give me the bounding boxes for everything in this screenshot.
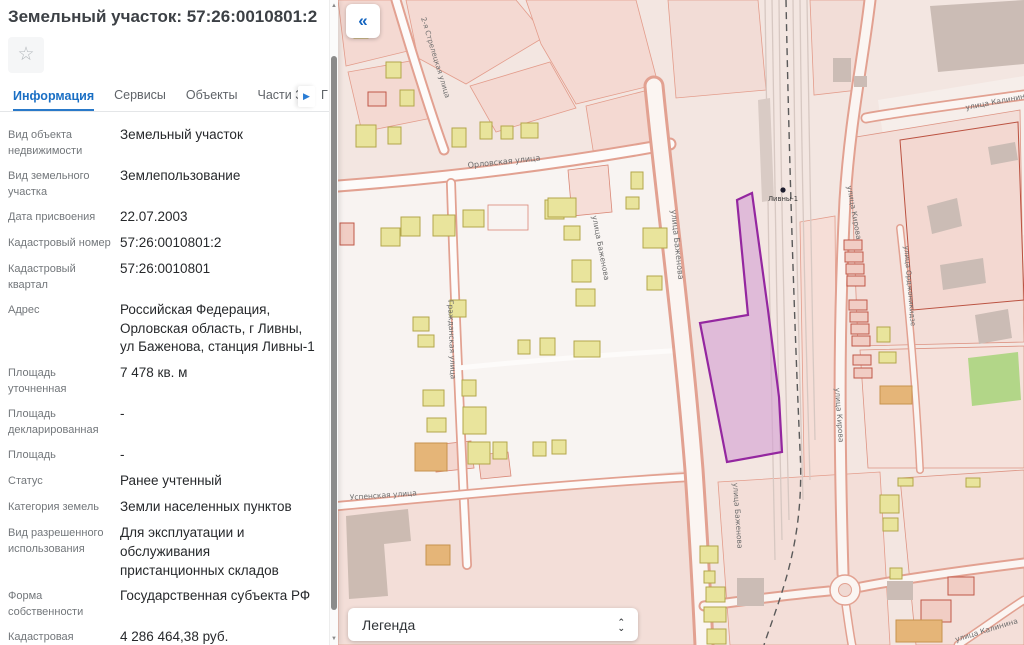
legend-bar[interactable]: Легенда ⌃ ⌄ [348, 608, 638, 641]
field-row: Площадь декларированная- [8, 405, 318, 439]
field-value: 22.07.2003 [120, 208, 318, 227]
legend-collapse-icon[interactable]: ⌃ ⌄ [617, 619, 638, 631]
field-row: Площадь уточненная7 478 кв. м [8, 364, 318, 398]
field-value: - [120, 446, 318, 465]
legend-label: Легенда [348, 617, 617, 633]
scroll-down-icon[interactable]: ▼ [330, 635, 338, 643]
field-value: Ранее учтенный [120, 472, 318, 491]
station-marker[interactable] [780, 187, 785, 192]
page-title: Земельный участок: 57:26:0010801:2 [0, 0, 330, 27]
map-canvas[interactable]: Ливны-1 2-я Стрелецкая улица Орловская у… [338, 0, 1024, 645]
star-icon: ☆ [17, 44, 34, 65]
panel-content: Земельный участок: 57:26:0010801:2 ☆ Инф… [0, 0, 330, 645]
field-value: - [120, 405, 318, 439]
field-value: Российская Федерация, Орловская область,… [120, 301, 318, 358]
parcel-info-panel: Земельный участок: 57:26:0010801:2 ☆ Инф… [0, 0, 338, 645]
tabs-next-button[interactable]: ▶ [298, 86, 315, 107]
field-label: Статус [8, 472, 120, 491]
panel-collapse-button[interactable]: « [346, 4, 380, 38]
tab-information[interactable]: Информация [13, 89, 94, 112]
field-label: Кадастровая стоимость [8, 628, 120, 645]
chevrons-left-icon: « [358, 11, 367, 30]
field-row: Форма собственностиГосударственная субъе… [8, 587, 318, 621]
field-row: Вид объекта недвижимостиЗемельный участо… [8, 126, 318, 160]
parcel-attributes: Вид объекта недвижимостиЗемельный участо… [0, 112, 330, 645]
field-value: 4 286 464,38 руб. [120, 628, 318, 645]
field-row: СтатусРанее учтенный [8, 472, 318, 491]
scroll-up-icon[interactable]: ▲ [330, 2, 338, 10]
chevron-down-icon: ⌄ [617, 625, 625, 631]
field-label: Адрес [8, 301, 120, 358]
station-label: Ливны-1 [768, 195, 798, 203]
field-label: Площадь уточненная [8, 364, 120, 398]
scrollbar-thumb[interactable] [331, 56, 337, 610]
field-label: Дата присвоения [8, 208, 120, 227]
panel-scrollbar[interactable]: ▲ ▼ [329, 0, 338, 645]
field-row: Кадастровый квартал57:26:0010801 [8, 260, 318, 294]
green-area [968, 352, 1021, 406]
map-container: Ливны-1 2-я Стрелецкая улица Орловская у… [338, 0, 1024, 645]
field-value: 7 478 кв. м [120, 364, 318, 398]
field-row: АдресРоссийская Федерация, Орловская обл… [8, 301, 318, 358]
field-value: 57:26:0010801:2 [120, 234, 318, 253]
tab-services[interactable]: Сервисы [114, 88, 166, 111]
field-label: Вид разрешенного использования [8, 524, 120, 581]
field-value: Землепользование [120, 167, 318, 201]
field-row: Дата присвоения22.07.2003 [8, 208, 318, 227]
field-row: Вид разрешенного использованияДля эксплу… [8, 524, 318, 581]
field-label: Площадь декларированная [8, 405, 120, 439]
field-row: Кадастровый номер57:26:0010801:2 [8, 234, 318, 253]
field-value: Государственная субъекта РФ [120, 587, 318, 621]
field-value: Земельный участок [120, 126, 318, 160]
field-label: Форма собственности [8, 587, 120, 621]
roundabout [830, 575, 860, 605]
tab-bar: Информация Сервисы Объекты Части ЗУ Сост… [0, 82, 330, 112]
cadastral-map-app: Земельный участок: 57:26:0010801:2 ☆ Инф… [0, 0, 1024, 645]
field-row: Вид земельного участкаЗемлепользование [8, 167, 318, 201]
field-label: Вид объекта недвижимости [8, 126, 120, 160]
field-row: Категория земельЗемли населенных пунктов [8, 498, 318, 517]
field-label: Вид земельного участка [8, 167, 120, 201]
field-row: Кадастровая стоимость4 286 464,38 руб. [8, 628, 318, 645]
field-value: Для эксплуатации и обслуживания пристанц… [120, 524, 318, 581]
favorite-star-button[interactable]: ☆ [8, 37, 44, 73]
field-value: 57:26:0010801 [120, 260, 318, 294]
field-value: Земли населенных пунктов [120, 498, 318, 517]
tab-objects[interactable]: Объекты [186, 88, 238, 111]
field-row: Площадь- [8, 446, 318, 465]
field-label: Кадастровый номер [8, 234, 120, 253]
field-label: Кадастровый квартал [8, 260, 120, 294]
field-label: Категория земель [8, 498, 120, 517]
chevron-right-icon: ▶ [303, 91, 310, 101]
field-label: Площадь [8, 446, 120, 465]
